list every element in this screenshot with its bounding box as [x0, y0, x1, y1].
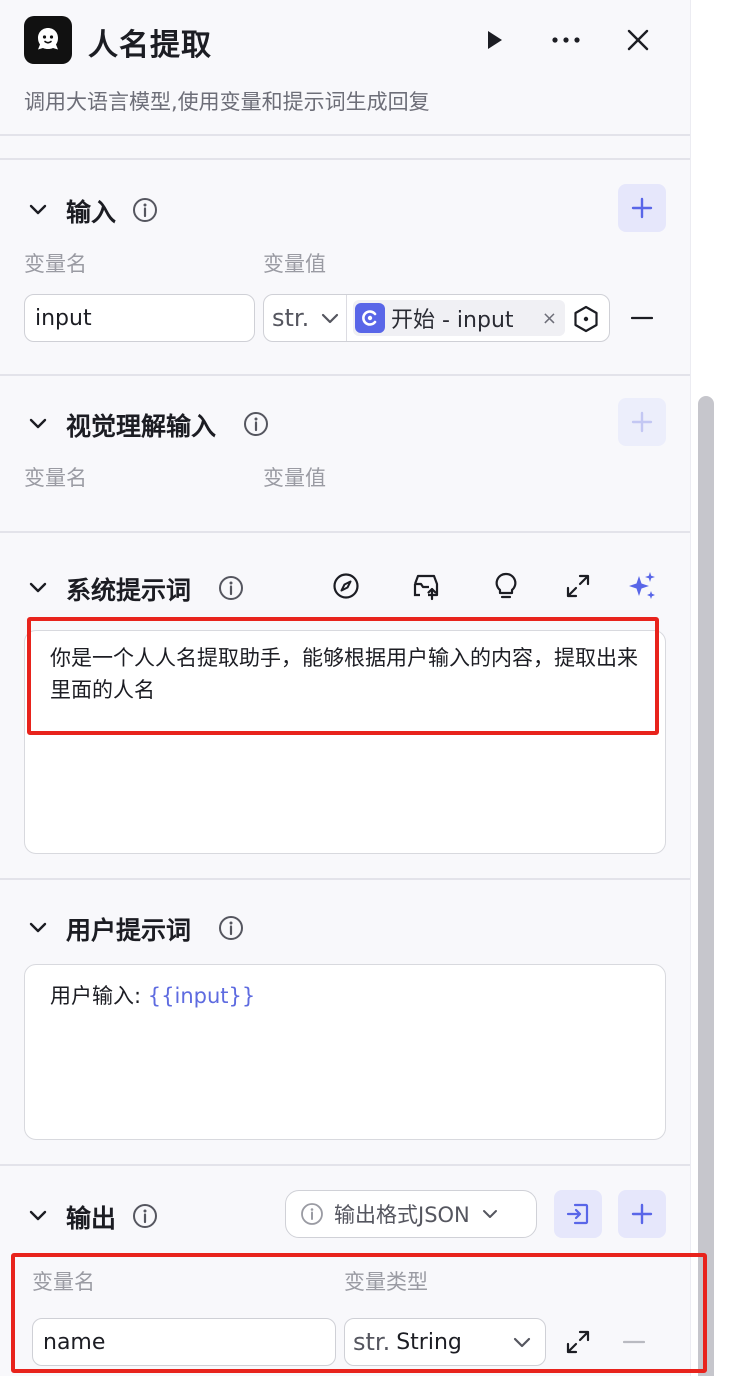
- scrollbar-thumb[interactable]: [698, 396, 714, 1376]
- add-output-button[interactable]: [618, 1190, 666, 1238]
- panel-header: 人名提取 调用大语言模型,使用变量和提示词生成回复: [0, 0, 690, 136]
- type-selector[interactable]: str.: [272, 295, 341, 341]
- user-prompt-prefix: 用户输入:: [50, 984, 148, 1008]
- user-prompt-variable: {{input}}: [147, 984, 256, 1008]
- lightbulb-icon[interactable]: [489, 569, 523, 603]
- remove-input-button[interactable]: [628, 304, 656, 332]
- chevron-down-icon[interactable]: [26, 915, 50, 939]
- output-format-label: 输出格式JSON: [334, 1203, 470, 1227]
- info-icon[interactable]: [243, 411, 269, 437]
- vision-section-title: 视觉理解输入: [66, 412, 217, 441]
- add-vision-input-button[interactable]: [618, 398, 666, 446]
- section-divider: [0, 1164, 690, 1166]
- prompt-library-icon[interactable]: [409, 569, 443, 603]
- import-output-button[interactable]: [554, 1190, 602, 1238]
- type-label: str.: [272, 304, 310, 332]
- value-separator: [346, 295, 347, 341]
- remove-reference-icon[interactable]: ×: [542, 308, 557, 329]
- compass-icon[interactable]: [329, 569, 363, 603]
- input-var-name-field[interactable]: input: [24, 294, 255, 342]
- info-icon[interactable]: [132, 1203, 158, 1229]
- user-prompt-text[interactable]: 用户输入: {{input}}: [50, 980, 255, 1010]
- variable-picker-icon[interactable]: [572, 305, 600, 333]
- close-icon[interactable]: [620, 22, 656, 58]
- section-divider: [0, 531, 690, 533]
- system-prompt-title: 系统提示词: [66, 576, 192, 605]
- variable-reference-chip[interactable]: 开始 - input ×: [353, 300, 565, 336]
- info-icon[interactable]: [218, 575, 244, 601]
- minus-icon: [631, 316, 653, 320]
- reference-label: 开始 - input: [391, 308, 514, 333]
- chevron-down-icon[interactable]: [26, 575, 50, 599]
- chevron-down-icon[interactable]: [26, 1203, 50, 1227]
- section-divider: [0, 158, 690, 160]
- plus-icon: [631, 197, 653, 219]
- plus-icon: [631, 1203, 653, 1225]
- info-icon: [301, 1203, 323, 1225]
- section-divider: [0, 878, 690, 880]
- expand-icon[interactable]: [561, 569, 595, 603]
- ai-sparkle-icon[interactable]: [625, 569, 659, 603]
- node-description: 调用大语言模型,使用变量和提示词生成回复: [24, 90, 430, 114]
- chevron-down-icon[interactable]: [26, 411, 50, 435]
- column-label-var-name: 变量名: [24, 466, 87, 490]
- highlight-annotation-box: [11, 1253, 707, 1373]
- column-label-var-value: 变量值: [263, 252, 326, 276]
- user-prompt-title: 用户提示词: [66, 916, 192, 945]
- node-logo-icon: [24, 16, 72, 64]
- chevron-down-icon: [482, 1210, 497, 1218]
- chevron-down-icon[interactable]: [26, 197, 50, 221]
- input-var-value-field[interactable]: str. 开始 - input ×: [263, 294, 610, 342]
- highlight-annotation-box: [27, 617, 659, 735]
- info-icon[interactable]: [132, 197, 158, 223]
- column-label-var-name: 变量名: [24, 252, 87, 276]
- output-section-title: 输出: [66, 1204, 117, 1233]
- section-divider: [0, 374, 690, 376]
- more-icon[interactable]: [548, 22, 584, 58]
- node-title[interactable]: 人名提取: [88, 20, 212, 64]
- chevron-down-icon: [322, 313, 339, 324]
- column-label-var-value: 变量值: [263, 466, 326, 490]
- info-icon[interactable]: [218, 915, 244, 941]
- add-input-button[interactable]: [618, 184, 666, 232]
- run-icon[interactable]: [476, 22, 512, 58]
- plus-icon: [631, 411, 653, 433]
- start-node-icon: [355, 303, 385, 333]
- import-icon: [566, 1203, 589, 1225]
- output-format-select[interactable]: 输出格式JSON: [285, 1190, 537, 1238]
- input-section-title: 输入: [66, 198, 117, 227]
